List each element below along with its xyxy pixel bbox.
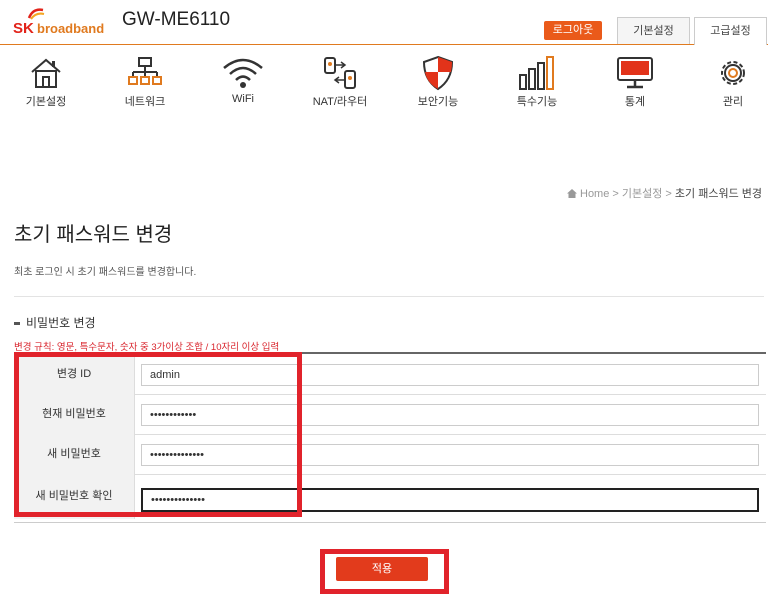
nav-item-basic[interactable]: 기본설정: [6, 55, 86, 109]
nav-item-security[interactable]: 보안기능: [398, 55, 478, 109]
section-title: 비밀번호 변경: [14, 314, 96, 331]
nav-label: 특수기능: [516, 96, 558, 108]
nav-label: 보안기능: [417, 96, 459, 108]
monitor-icon: [617, 57, 653, 89]
breadcrumb-current: 초기 패스워드 변경: [674, 188, 762, 200]
highlight-box-labels: [14, 352, 302, 517]
breadcrumb: Home > 기본설정 > 초기 패스워드 변경: [566, 185, 762, 201]
house-icon: [31, 58, 61, 88]
bars-icon: [519, 56, 554, 90]
logo-broadband-text: broadband: [37, 21, 105, 36]
breadcrumb-separator: >: [609, 188, 622, 200]
nav-item-admin[interactable]: 관리: [693, 55, 768, 109]
breadcrumb-parent[interactable]: 기본설정: [622, 188, 662, 200]
home-icon: [566, 189, 577, 198]
section-title-text: 비밀번호 변경: [26, 316, 96, 330]
nav-label: 기본설정: [25, 96, 67, 108]
shield-icon: [422, 55, 454, 91]
nav-label: 관리: [722, 96, 744, 108]
main-nav: 기본설정 네트워크 WiFi NAT/라우터 보안기능 특수기능 통계 관리: [0, 45, 768, 115]
nav-item-nat-router[interactable]: NAT/라우터: [300, 55, 380, 109]
breadcrumb-home[interactable]: Home: [580, 188, 609, 200]
router-icon: [324, 57, 356, 89]
divider: [14, 296, 764, 297]
page-title: 초기 패스워드 변경: [14, 224, 173, 246]
logo-sk-text: SK: [13, 20, 34, 37]
header: SK broadband GW-ME6110 로그아웃 기본설정 고급설정: [0, 0, 768, 45]
network-icon: [128, 57, 162, 85]
sk-broadband-logo[interactable]: SK broadband: [13, 8, 108, 38]
nav-item-network[interactable]: 네트워크: [105, 55, 185, 109]
password-rule: 변경 규칙: 영문, 특수문자, 숫자 중 3가이상 조합 / 10자리 이상 …: [14, 342, 280, 353]
model-name: GW-ME6110: [122, 9, 231, 30]
logout-button[interactable]: 로그아웃: [544, 21, 602, 40]
nav-item-special[interactable]: 특수기능: [497, 55, 577, 109]
page-description: 최초 로그인 시 초기 패스워드를 변경합니다.: [14, 267, 197, 278]
tab-advanced-settings[interactable]: 고급설정: [694, 17, 767, 45]
tab-basic-settings[interactable]: 기본설정: [617, 17, 690, 44]
gear-icon: [721, 61, 745, 85]
nav-item-stats[interactable]: 통계: [595, 55, 675, 109]
nav-label: NAT/라우터: [312, 96, 368, 108]
bullet-icon: [14, 322, 20, 326]
nav-label: 네트워크: [124, 96, 166, 108]
nav-label: 통계: [624, 96, 646, 108]
wifi-icon: [223, 58, 263, 88]
breadcrumb-separator: >: [662, 188, 675, 200]
nav-item-wifi[interactable]: WiFi: [203, 55, 283, 105]
highlight-box-apply: [320, 549, 449, 594]
nav-label: WiFi: [232, 93, 254, 105]
logo-swirl-icon: [27, 8, 45, 20]
